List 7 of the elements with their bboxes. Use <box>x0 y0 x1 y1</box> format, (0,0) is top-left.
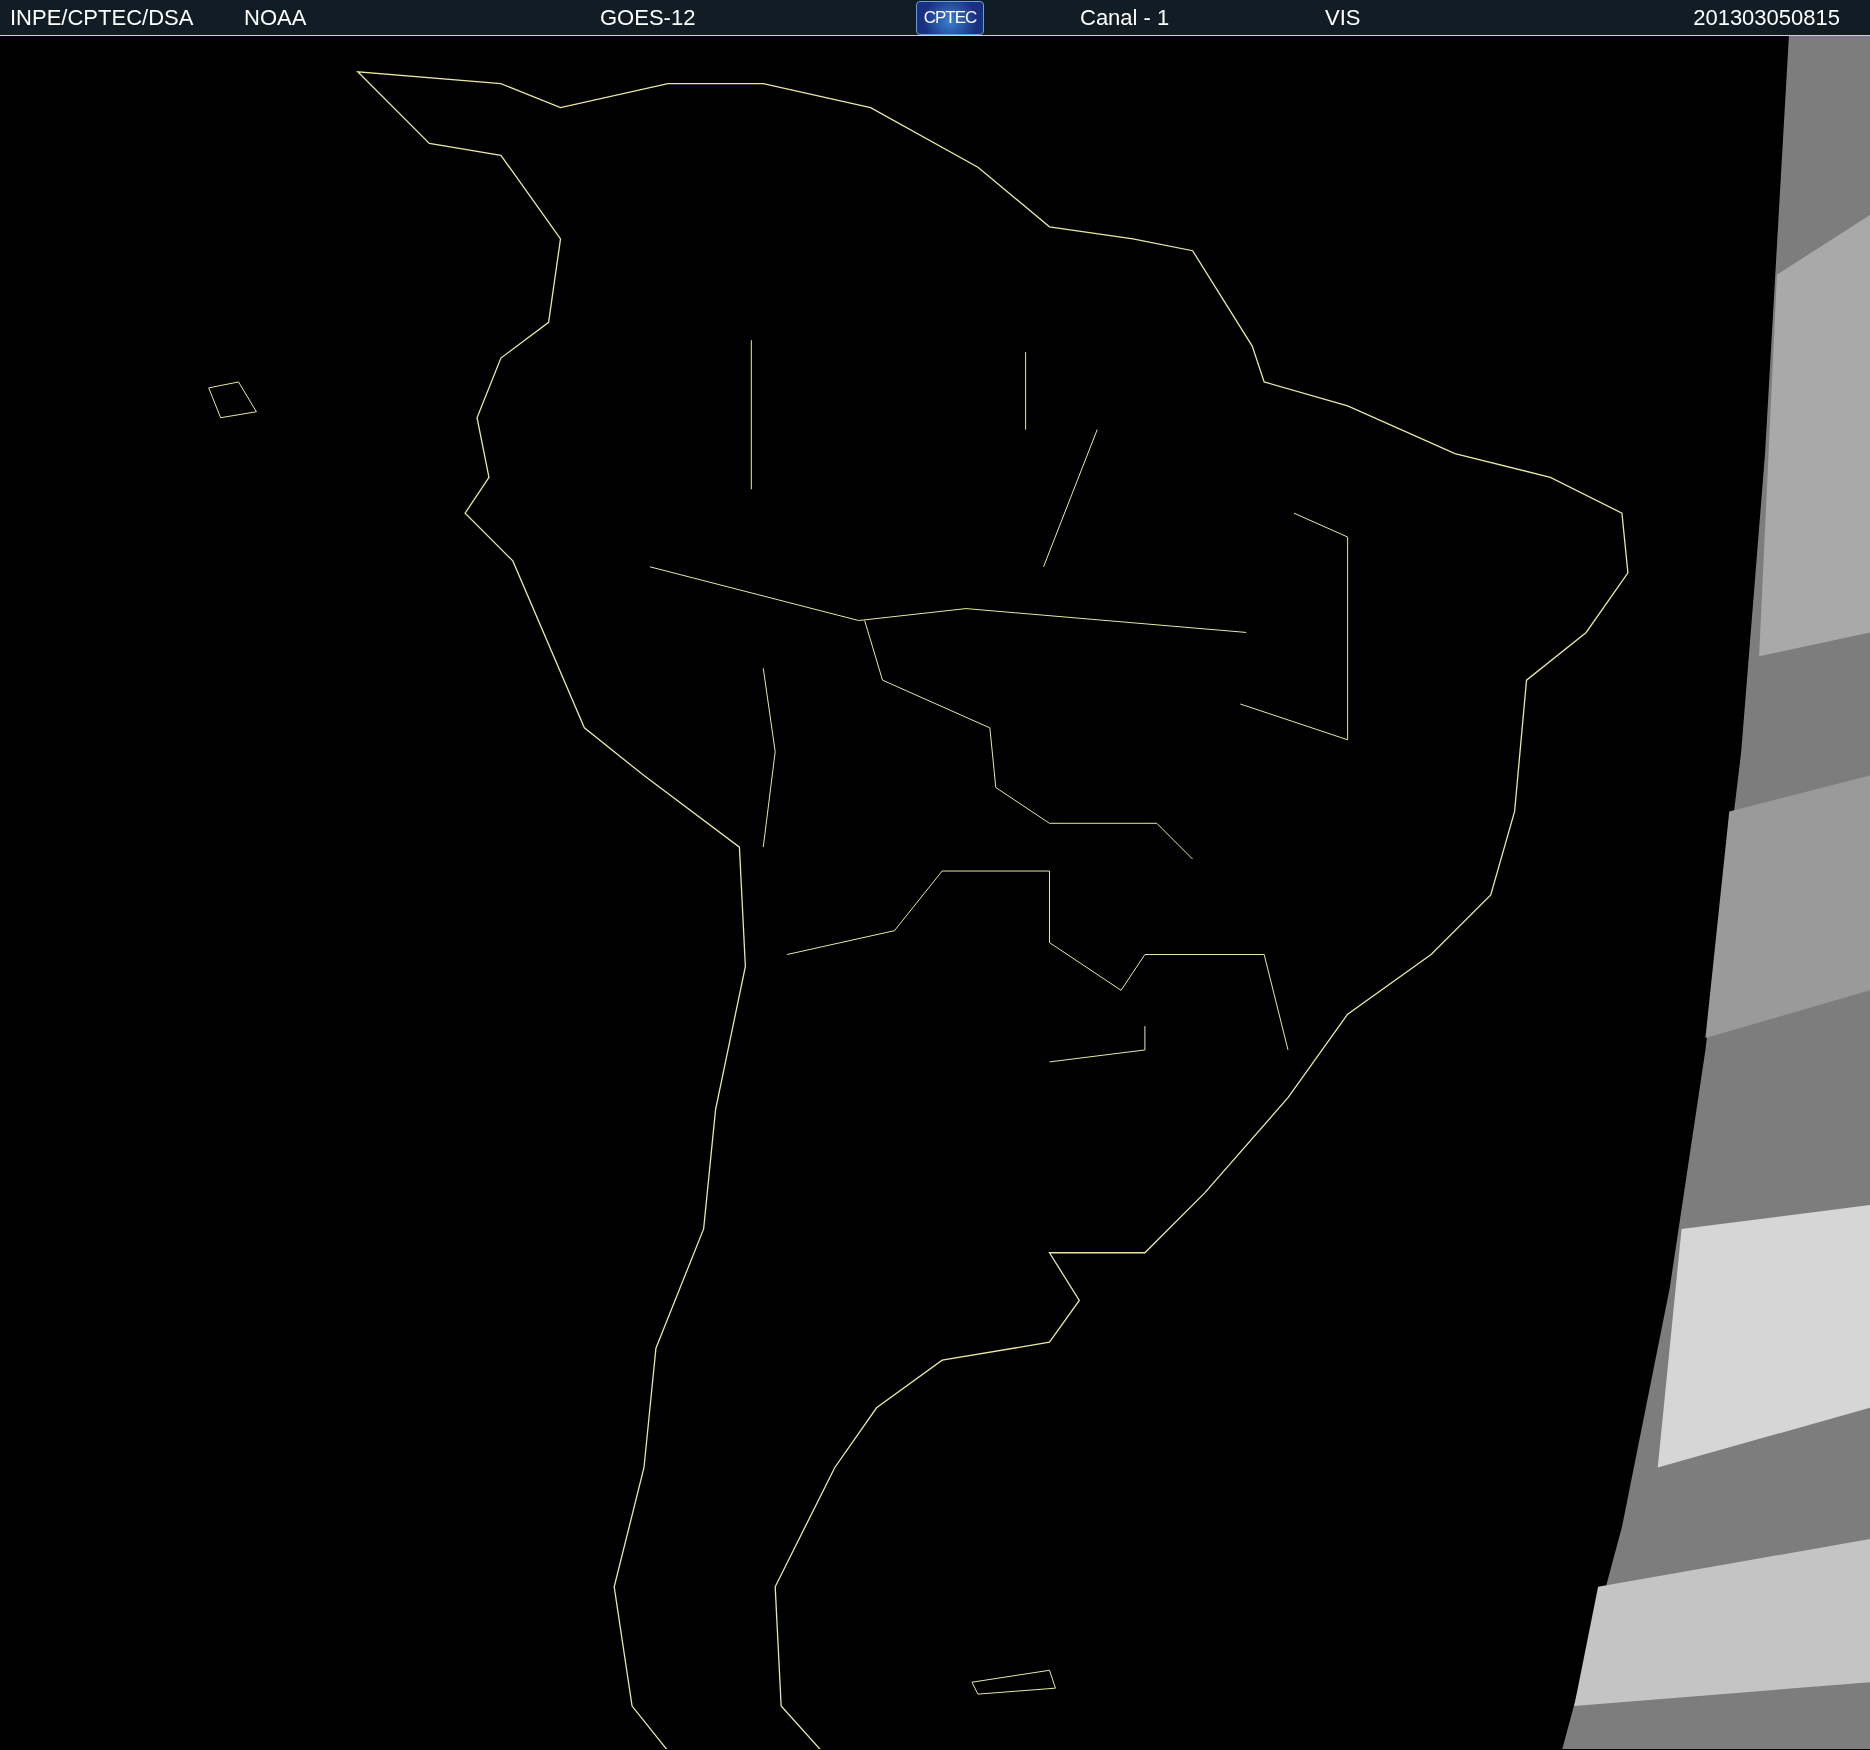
header-label: INPE/CPTEC/DSA <box>10 4 194 31</box>
header-label: VIS <box>1325 4 1361 31</box>
header-label: GOES-12 <box>600 4 696 31</box>
header-label: 201303050815 <box>1693 4 1841 31</box>
header-label: Canal - 1 <box>1080 4 1170 31</box>
logo: CPTEC <box>916 0 984 35</box>
header-label: NOAA <box>244 4 307 31</box>
